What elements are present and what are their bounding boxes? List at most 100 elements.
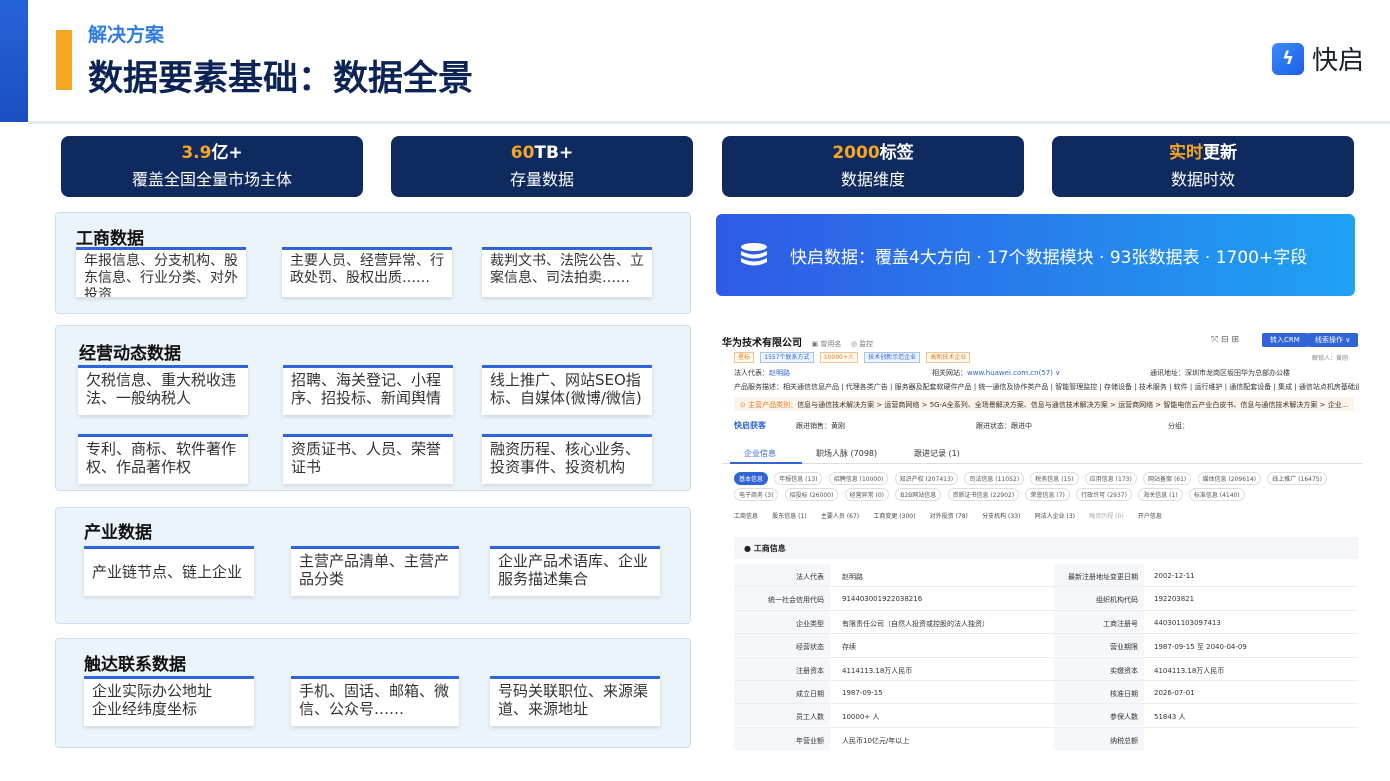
stat-card-realtime: 实时更新 数据时效 bbox=[1052, 136, 1354, 197]
data-card: 线上推广、网站SEO指标、自媒体(微博/微信) bbox=[482, 365, 652, 415]
brand-logo: ϟ 快启 bbox=[1272, 40, 1364, 77]
chip[interactable]: 知识产权 (207413) bbox=[894, 472, 959, 485]
stat-unit: 更新 bbox=[1203, 143, 1237, 163]
chip[interactable]: 基本信息 bbox=[734, 472, 769, 485]
tag: 技术创新示范企业 bbox=[864, 352, 921, 363]
brand-label: 快启获客 bbox=[734, 421, 766, 430]
transfer-crm-button[interactable]: 转入CRM bbox=[1262, 333, 1308, 347]
group-contact-data: 触达联系数据 企业实际办公地址 企业经纬度坐标 手机、固话、邮箱、微信、公众号…… bbox=[55, 638, 691, 748]
company-header: 华为技术有限公司 ▣ 曾用名 ◎ 监控 bbox=[722, 334, 873, 349]
tab-contacts[interactable]: 职场人脉 (7098) bbox=[816, 448, 877, 459]
lightning-icon: ϟ bbox=[1272, 42, 1304, 75]
tag: 1557个联系方式 bbox=[760, 352, 814, 363]
stat-unit: 标签 bbox=[879, 143, 914, 163]
main-product-bar: ⊙ 主营产品类别：信息与通信技术解决方案 > 运营商网络 > 5G-A全系列、全… bbox=[734, 397, 1354, 411]
data-card: 资质证书、人员、荣誉证书 bbox=[283, 434, 453, 484]
toolbar-icons[interactable]: ⤧ ⊟ ⊞ bbox=[1211, 335, 1239, 345]
sub-tabs: 工商信息 股东信息 (1) 主要人员 (67) 工商变更 (300) 对外投资 … bbox=[734, 511, 1174, 520]
title-accent-bar bbox=[56, 30, 72, 90]
stat-card-tags: 2000标签 数据维度 bbox=[722, 136, 1024, 197]
website: 相关网站：www.huawei.com.cn(57) ∨ bbox=[932, 369, 1061, 377]
chip[interactable]: 媒体信息 (209614) bbox=[1197, 472, 1262, 485]
subtab[interactable]: 工商变更 (300) bbox=[873, 511, 915, 520]
chip[interactable]: 海关信息 (1) bbox=[1138, 488, 1183, 501]
chip[interactable]: B2B网站信息 bbox=[895, 488, 942, 501]
chip[interactable]: 税务信息 (15) bbox=[1030, 472, 1079, 485]
section-header: ● 工商信息 bbox=[734, 537, 1358, 559]
section-subtitle: 解决方案 bbox=[88, 24, 165, 46]
follow-sales: 跟进销售：黄刚 bbox=[796, 422, 845, 430]
subtab[interactable]: 分支机构 (33) bbox=[982, 511, 1020, 520]
chip[interactable]: 招聘信息 (10000) bbox=[828, 472, 889, 485]
data-card: 企业产品术语库、企业服务描述集合 bbox=[490, 546, 660, 596]
chip[interactable]: 应用信息 (173) bbox=[1084, 472, 1137, 485]
subtab[interactable]: 工商信息 bbox=[734, 511, 758, 520]
table-row: 企业类型 有限责任公司（自然人投资或控股的法人独资） 工商注册号 4403011030… bbox=[734, 610, 1358, 635]
chip[interactable]: 资质证书信息 (22902) bbox=[947, 488, 1020, 501]
table-row: 员工人数 10000+ 人参保人数 51843 人 bbox=[734, 704, 1358, 728]
data-summary-banner: 快启数据：覆盖4大方向 · 17个数据模块 · 93张数据表 · 1700+字段 bbox=[716, 214, 1355, 296]
subtab[interactable]: 主要人员 (67) bbox=[821, 511, 859, 520]
stat-value: 实时 bbox=[1169, 143, 1203, 163]
data-card: 产业链节点、链上企业 bbox=[84, 546, 254, 596]
lead-action-button[interactable]: 线索操作 ∨ bbox=[1307, 333, 1359, 347]
unlocker: 解锁人：黄刚 bbox=[1312, 355, 1349, 362]
stat-label: 数据时效 bbox=[1170, 170, 1235, 189]
stat-value: 60 bbox=[510, 143, 535, 163]
data-card: 裁判文书、法院公告、立案信息、司法拍卖…… bbox=[482, 247, 652, 297]
page-title: 数据要素基础：数据全景 bbox=[88, 59, 474, 99]
table-row: 法人代表 赵明路 最新注册地址变更日期 2002-12-11 bbox=[734, 564, 1358, 588]
tag-list: 星标 1557个联系方式 10000+人 技术创新示范企业 高新技术企业 bbox=[734, 352, 974, 363]
stat-value: 2000 bbox=[832, 143, 880, 163]
group-operation-data: 经营动态数据 欠税信息、重大税收违法、一般纳税人 招聘、海关登记、小程序、招投标… bbox=[55, 325, 691, 491]
chip[interactable]: 年报信息 (13) bbox=[774, 472, 823, 485]
active-tab-indicator bbox=[730, 462, 802, 464]
chip[interactable]: 经营异常 (0) bbox=[844, 488, 889, 501]
table-row: 统一社会信用代码 914403001922038216 组织机构代码 19220382… bbox=[734, 587, 1358, 611]
used-name-link[interactable]: ▣ 曾用名 bbox=[811, 340, 841, 348]
logo-text: 快启 bbox=[1312, 46, 1365, 76]
group-industry-data: 产业数据 产业链节点、链上企业 主营产品清单、主营产品分类 企业产品术语库、企业… bbox=[55, 507, 691, 624]
chip[interactable]: 行政许可 (2937) bbox=[1076, 488, 1132, 501]
left-accent-strip bbox=[0, 0, 28, 122]
database-icon bbox=[741, 243, 767, 266]
chip[interactable]: 荣誉信息 (7) bbox=[1025, 488, 1070, 501]
info-table: 法人代表 赵明路 最新注册地址变更日期 2002-12-11 统一社会信用代码 9144… bbox=[734, 564, 1358, 750]
chip[interactable]: 司法信息 (11052) bbox=[964, 472, 1025, 485]
table-row: 年营业额 人民币10亿元/年以上 纳税总额 bbox=[734, 727, 1358, 750]
group-title: 触达联系数据 bbox=[84, 655, 186, 675]
tab-follow-record[interactable]: 跟进记录 (1) bbox=[914, 448, 960, 459]
chip[interactable]: 招投标 (26000) bbox=[784, 488, 839, 501]
chip[interactable]: 网站备案 (61) bbox=[1143, 472, 1192, 485]
product-screenshot: 华为技术有限公司 ▣ 曾用名 ◎ 监控 ⤧ ⊟ ⊞ 转入CRM 线索操作 ∨ 星… bbox=[722, 324, 1362, 750]
data-card: 手机、固话、邮箱、微信、公众号…… bbox=[291, 676, 459, 726]
stat-label: 存量数据 bbox=[509, 170, 574, 189]
chip[interactable]: 电子商务 (3) bbox=[734, 488, 779, 501]
group-business-data: 工商数据 年报信息、分支机构、股东信息、行业分类、对外投资…… 主要人员、经营异… bbox=[55, 212, 691, 314]
tag: 高新技术企业 bbox=[926, 352, 971, 363]
header-divider bbox=[28, 121, 1390, 124]
chip[interactable]: 线上推广 (16475) bbox=[1267, 472, 1327, 485]
group-field[interactable]: 分组： bbox=[1168, 421, 1189, 431]
follow-status[interactable]: 跟进状态：跟进中 bbox=[976, 421, 1032, 431]
data-card: 主营产品清单、主营产品分类 bbox=[291, 546, 459, 596]
chip[interactable]: 标准信息 (4140) bbox=[1188, 488, 1245, 501]
subtab[interactable]: 融资历程 (0) bbox=[1089, 511, 1123, 520]
tag: 10000+人 bbox=[819, 352, 858, 363]
subtab[interactable]: 同法人企业 (3) bbox=[1035, 511, 1075, 520]
website-link[interactable]: www.huawei.com.cn(57) ∨ bbox=[967, 369, 1060, 377]
data-card: 主要人员、经营异常、行政处罚、股权出质…… bbox=[282, 247, 452, 297]
subtab[interactable]: 对外投资 (78) bbox=[930, 511, 968, 520]
table-row: 经营状态 存续 营业期限 1987-09-15 至 2040-04-09 bbox=[734, 634, 1358, 658]
monitor-link[interactable]: ◎ 监控 bbox=[851, 340, 873, 348]
table-row: 注册资本 4114113.18万人民币 实缴资本 4104113.18万人民币 bbox=[734, 657, 1358, 681]
category-chips-row1: 基本信息 年报信息 (13) 招聘信息 (10000) 知识产权 (207413… bbox=[734, 472, 1331, 485]
subtab[interactable]: 股东信息 (1) bbox=[772, 511, 806, 520]
subtab[interactable]: 开户信息 bbox=[1138, 511, 1162, 520]
stat-label: 数据维度 bbox=[840, 170, 905, 189]
stat-label: 覆盖全国全量市场主体 bbox=[131, 170, 292, 189]
group-title: 产业数据 bbox=[84, 523, 152, 543]
data-card: 招聘、海关登记、小程序、招投标、新闻舆情 bbox=[283, 365, 453, 415]
stat-card-entities: 3.9亿+ 覆盖全国全量市场主体 bbox=[61, 136, 363, 197]
tab-company-info[interactable]: 企业信息 bbox=[744, 448, 776, 459]
